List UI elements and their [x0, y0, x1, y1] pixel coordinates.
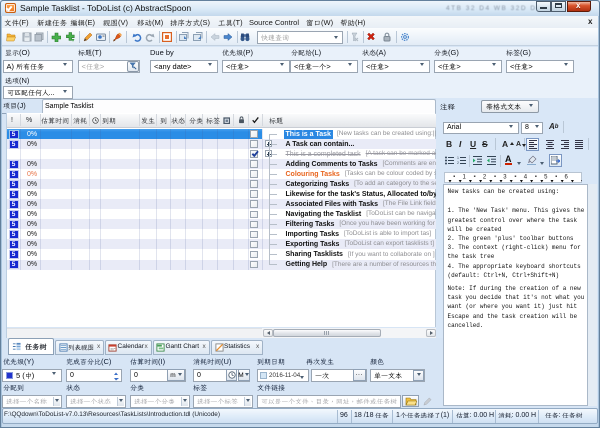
- svg-text:2: 2: [483, 174, 487, 180]
- svg-text:4: 4: [524, 174, 528, 180]
- svg-text:3: 3: [503, 174, 507, 180]
- svg-text:1: 1: [463, 174, 467, 180]
- svg-text:2: 2: [457, 161, 459, 165]
- svg-text:1: 1: [457, 156, 459, 160]
- svg-text:6: 6: [565, 174, 569, 180]
- svg-text:5: 5: [544, 174, 548, 180]
